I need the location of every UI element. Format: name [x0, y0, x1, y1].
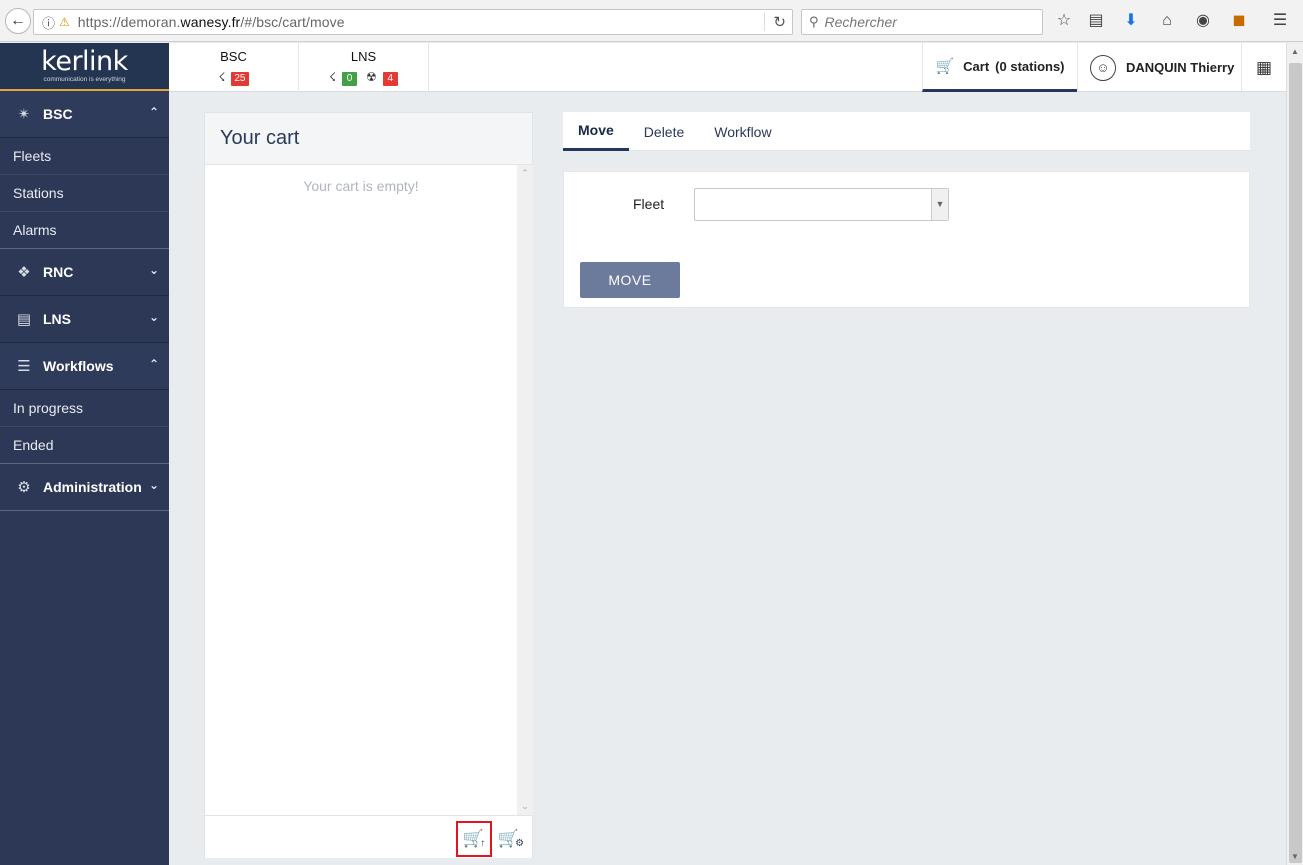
chevron-up-icon: ⌃: [148, 105, 159, 119]
antenna-icon: ❖: [17, 264, 31, 281]
user-name: DANQUIN Thierry: [1126, 60, 1235, 75]
fleet-label: Fleet: [633, 196, 665, 212]
scrollbar-thumb[interactable]: [1289, 63, 1302, 863]
home-icon[interactable]: ⌂: [1157, 11, 1177, 31]
browser-toolbar: ← ⓘ ⚠ https://demoran.wanesy.fr/#/bsc/ca…: [0, 0, 1303, 42]
sidebar-group-administration[interactable]: ⚙ Administration ⌄: [0, 464, 169, 511]
lns-alert-badge: 4: [382, 72, 398, 86]
sidebar-group-workflows[interactable]: ☰ Workflows ⌃: [0, 343, 169, 390]
basket-icon: 🛒: [935, 58, 955, 75]
chevron-down-icon: ⌄: [148, 263, 159, 277]
sidebar-item-in-progress[interactable]: In progress: [0, 390, 169, 427]
scroll-down-arrow-icon[interactable]: ⌄: [517, 801, 533, 812]
move-form: Fleet ▼ MOVE: [563, 171, 1250, 308]
cart-label: Cart: [963, 58, 990, 74]
cart-count: (0 stations): [995, 58, 1065, 74]
tab-move[interactable]: Move: [563, 112, 629, 151]
sidebar: kerlink communication is everything ✴ BS…: [0, 43, 169, 865]
chevron-up-icon: ⌃: [148, 357, 159, 371]
bsc-stat-title: BSC: [220, 49, 247, 64]
tab-delete[interactable]: Delete: [629, 112, 699, 151]
back-arrow-icon[interactable]: ←: [5, 8, 31, 34]
sidebar-item-ended[interactable]: Ended: [0, 427, 169, 464]
sidebar-item-fleets[interactable]: Fleets: [0, 138, 169, 175]
sidebar-group-lns[interactable]: ▤ LNS ⌄: [0, 296, 169, 343]
cart-footer: 🛒 ↑ 🛒 ⚙: [205, 815, 532, 858]
bsc-stat[interactable]: BSC ☇ 25: [169, 43, 299, 92]
scroll-up-arrow-icon[interactable]: ▲: [1287, 47, 1303, 56]
cart-panel: Your cart Your cart is empty! ⌃ ⌄ 🛒 ↑ 🛒 ⚙: [204, 112, 533, 858]
chevron-down-icon: ⌄: [148, 310, 159, 324]
action-tabs: Move Delete Workflow: [563, 112, 1250, 151]
apps-grid-icon[interactable]: ▦: [1241, 43, 1286, 92]
menu-icon[interactable]: ☰: [1270, 11, 1290, 31]
search-bar[interactable]: ⚲ Rechercher: [801, 9, 1043, 35]
lns-ok-badge: 0: [342, 72, 358, 86]
lns-stat-title: LNS: [350, 49, 377, 64]
cart-empty-message: Your cart is empty!: [303, 178, 419, 194]
fleet-select[interactable]: ▼: [694, 188, 949, 221]
radiation-icon: ☢: [366, 70, 377, 84]
warning-lock-icon[interactable]: ⚠: [59, 15, 70, 29]
sidebar-group-label: Administration: [43, 479, 142, 495]
user-menu[interactable]: ☺ DANQUIN Thierry: [1077, 43, 1241, 92]
logo-tagline: communication is everything: [43, 76, 126, 83]
page-scrollbar[interactable]: ▲ ▼: [1286, 43, 1303, 865]
cart-settings-icon[interactable]: 🛒 ⚙: [493, 821, 529, 857]
lns-stat[interactable]: LNS ☇ 0 ☢ 4: [299, 43, 429, 92]
network-icon: ☇: [218, 70, 226, 84]
sidebar-group-label: RNC: [43, 264, 74, 280]
cart-list: Your cart is empty!: [205, 165, 517, 815]
satellite-dish-icon: ✴: [17, 106, 31, 123]
pocket-icon[interactable]: ◉: [1193, 11, 1213, 31]
scroll-up-arrow-icon[interactable]: ⌃: [517, 168, 533, 179]
sidebar-item-stations[interactable]: Stations: [0, 175, 169, 212]
network-icon: ☇: [329, 70, 337, 84]
tab-workflow[interactable]: Workflow: [699, 112, 786, 151]
logo-name: kerlink: [41, 46, 128, 77]
sidebar-item-alarms[interactable]: Alarms: [0, 212, 169, 249]
info-icon[interactable]: ⓘ: [42, 13, 55, 32]
search-placeholder: Rechercher: [824, 14, 897, 30]
cart-upload-icon[interactable]: 🛒 ↑: [456, 821, 492, 857]
cart-scrollbar[interactable]: ⌃ ⌄: [517, 165, 533, 815]
cart-tab[interactable]: 🛒 Cart (0 stations): [922, 43, 1077, 92]
sidebar-group-label: Workflows: [43, 358, 114, 374]
cart-title: Your cart: [205, 113, 532, 165]
server-icon: ▤: [16, 311, 32, 328]
reload-icon[interactable]: ↻: [764, 13, 786, 31]
sidebar-group-label: BSC: [43, 106, 73, 122]
workflow-list-icon: ☰: [17, 358, 31, 375]
user-avatar-icon: ☺: [1090, 54, 1116, 81]
url-bar[interactable]: ⓘ ⚠ https://demoran.wanesy.fr/#/bsc/cart…: [33, 9, 793, 35]
scroll-down-arrow-icon[interactable]: ▼: [1287, 852, 1303, 861]
chevron-down-icon[interactable]: ▼: [931, 189, 948, 220]
sidebar-group-rnc[interactable]: ❖ RNC ⌄: [0, 249, 169, 296]
url-text[interactable]: https://demoran.wanesy.fr/#/bsc/cart/mov…: [78, 14, 345, 30]
move-button[interactable]: MOVE: [580, 262, 680, 298]
search-icon: ⚲: [809, 14, 819, 29]
top-header: BSC ☇ 25 LNS ☇ 0 ☢ 4 🛒 Cart (0 stations) ☺ …: [169, 43, 1286, 92]
admin-gear-icon: ⚙: [17, 479, 31, 496]
reading-list-icon[interactable]: ▤: [1086, 11, 1106, 31]
bsc-count-badge: 25: [231, 72, 249, 86]
kerlink-logo[interactable]: kerlink communication is everything: [0, 43, 169, 91]
bookmark-star-icon[interactable]: ☆: [1054, 11, 1074, 31]
download-icon[interactable]: ⬇: [1121, 11, 1141, 31]
sidebar-group-label: LNS: [43, 311, 71, 327]
sidebar-group-bsc[interactable]: ✴ BSC ⌃: [0, 91, 169, 138]
chevron-down-icon: ⌄: [148, 478, 159, 492]
extension-icon[interactable]: ◼: [1229, 11, 1249, 31]
